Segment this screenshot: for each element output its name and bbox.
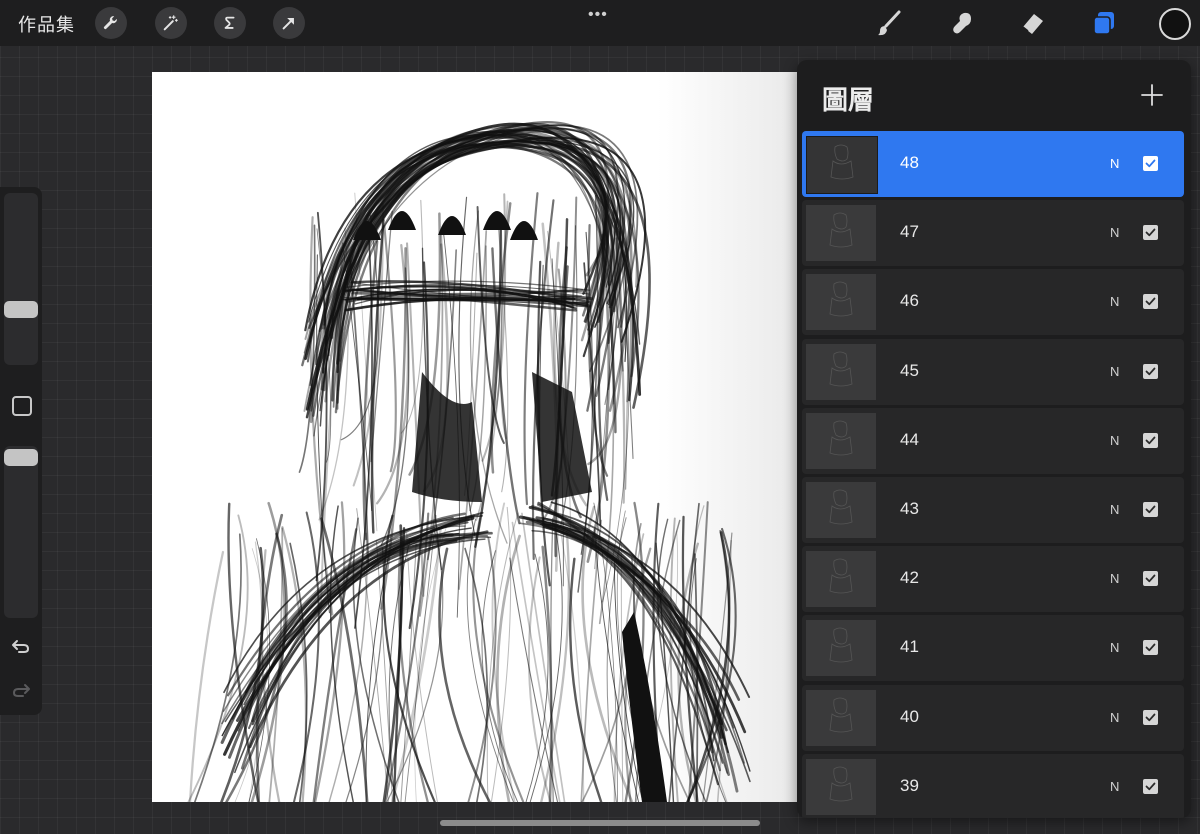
layer-row[interactable]: 39 N bbox=[802, 753, 1184, 818]
blend-mode-button[interactable]: N bbox=[1110, 779, 1119, 794]
opacity-slider[interactable] bbox=[4, 446, 38, 618]
visibility-checkbox[interactable] bbox=[1143, 363, 1158, 379]
smudge-icon[interactable] bbox=[947, 8, 977, 38]
visibility-checkbox[interactable] bbox=[1143, 225, 1158, 241]
layer-name: 44 bbox=[900, 429, 919, 449]
layer-name: 46 bbox=[900, 291, 919, 311]
layer-name: 45 bbox=[900, 360, 919, 380]
blend-mode-button[interactable]: N bbox=[1110, 294, 1119, 309]
layer-name: 39 bbox=[900, 775, 919, 795]
blend-mode-button[interactable]: N bbox=[1110, 710, 1119, 725]
layers-icon[interactable] bbox=[1089, 8, 1119, 38]
eraser-icon[interactable] bbox=[1018, 8, 1048, 38]
color-picker-button[interactable] bbox=[1159, 8, 1191, 40]
brush-size-handle[interactable] bbox=[4, 301, 38, 318]
sketch-artwork bbox=[187, 121, 751, 802]
visibility-checkbox[interactable] bbox=[1143, 501, 1158, 517]
transform-arrow-icon[interactable] bbox=[273, 7, 305, 39]
layer-row[interactable]: 40 N bbox=[802, 684, 1184, 751]
layer-row[interactable]: 43 N bbox=[802, 476, 1184, 543]
blend-mode-button[interactable]: N bbox=[1110, 502, 1119, 517]
blend-mode-button[interactable]: N bbox=[1110, 364, 1119, 379]
layer-thumbnail[interactable] bbox=[806, 551, 876, 608]
home-indicator[interactable] bbox=[440, 820, 760, 826]
layer-row[interactable]: 41 N bbox=[802, 615, 1184, 682]
layer-row[interactable]: 44 N bbox=[802, 407, 1184, 474]
gallery-button[interactable]: 作品集 bbox=[18, 11, 75, 37]
layer-thumbnail[interactable] bbox=[806, 136, 878, 194]
layer-name: 43 bbox=[900, 498, 919, 518]
plus-icon[interactable] bbox=[1139, 82, 1165, 108]
redo-icon[interactable] bbox=[10, 679, 32, 701]
visibility-checkbox[interactable] bbox=[1143, 294, 1158, 310]
layer-name: 40 bbox=[900, 706, 919, 726]
more-options-button[interactable]: ••• bbox=[588, 6, 608, 24]
layer-thumbnail[interactable] bbox=[806, 689, 876, 746]
layer-thumbnail[interactable] bbox=[806, 274, 876, 331]
layer-thumbnail[interactable] bbox=[806, 343, 876, 400]
layer-thumbnail[interactable] bbox=[806, 205, 876, 262]
visibility-checkbox[interactable] bbox=[1143, 778, 1158, 794]
opacity-handle[interactable] bbox=[4, 449, 38, 466]
magic-wand-icon[interactable] bbox=[155, 7, 187, 39]
selection-s-icon[interactable] bbox=[214, 7, 246, 39]
layer-row[interactable]: 48 N bbox=[802, 131, 1184, 197]
visibility-checkbox[interactable] bbox=[1143, 156, 1158, 171]
layer-list: 48 N 47 N 46 N 45 N 44 N 43 N 42 N 41 N 40 N 39 N bbox=[802, 131, 1184, 818]
brush-size-slider[interactable] bbox=[4, 193, 38, 365]
layer-row[interactable]: 46 N bbox=[802, 269, 1184, 336]
layer-thumbnail[interactable] bbox=[806, 758, 876, 815]
layer-thumbnail[interactable] bbox=[806, 412, 876, 469]
blend-mode-button[interactable]: N bbox=[1110, 571, 1119, 586]
wrench-icon[interactable] bbox=[95, 7, 127, 39]
blend-mode-button[interactable]: N bbox=[1110, 433, 1119, 448]
brush-icon[interactable] bbox=[874, 8, 904, 38]
layer-row[interactable]: 42 N bbox=[802, 546, 1184, 613]
modify-button[interactable] bbox=[12, 396, 32, 416]
layer-thumbnail[interactable] bbox=[806, 481, 876, 538]
undo-icon[interactable] bbox=[10, 635, 32, 657]
drawing-canvas[interactable] bbox=[152, 72, 800, 802]
layer-name: 42 bbox=[900, 568, 919, 588]
visibility-checkbox[interactable] bbox=[1143, 709, 1158, 725]
visibility-checkbox[interactable] bbox=[1143, 640, 1158, 656]
layer-name: 47 bbox=[900, 222, 919, 242]
left-sidebar bbox=[0, 187, 42, 715]
layers-panel: 圖層 48 N 47 N 46 N 45 N 44 N 43 N 42 N 41 N 40 N 39 N bbox=[797, 60, 1191, 818]
top-toolbar: 作品集 ••• bbox=[0, 0, 1200, 46]
layer-row[interactable]: 47 N bbox=[802, 200, 1184, 267]
layer-name: 41 bbox=[900, 637, 919, 657]
visibility-checkbox[interactable] bbox=[1143, 432, 1158, 448]
layers-panel-title: 圖層 bbox=[822, 86, 875, 116]
layer-row[interactable]: 45 N bbox=[802, 338, 1184, 405]
layer-name: 48 bbox=[900, 153, 919, 172]
blend-mode-button[interactable]: N bbox=[1110, 225, 1119, 240]
visibility-checkbox[interactable] bbox=[1143, 571, 1158, 587]
layer-thumbnail[interactable] bbox=[806, 620, 876, 677]
blend-mode-button[interactable]: N bbox=[1110, 156, 1119, 171]
blend-mode-button[interactable]: N bbox=[1110, 640, 1119, 655]
